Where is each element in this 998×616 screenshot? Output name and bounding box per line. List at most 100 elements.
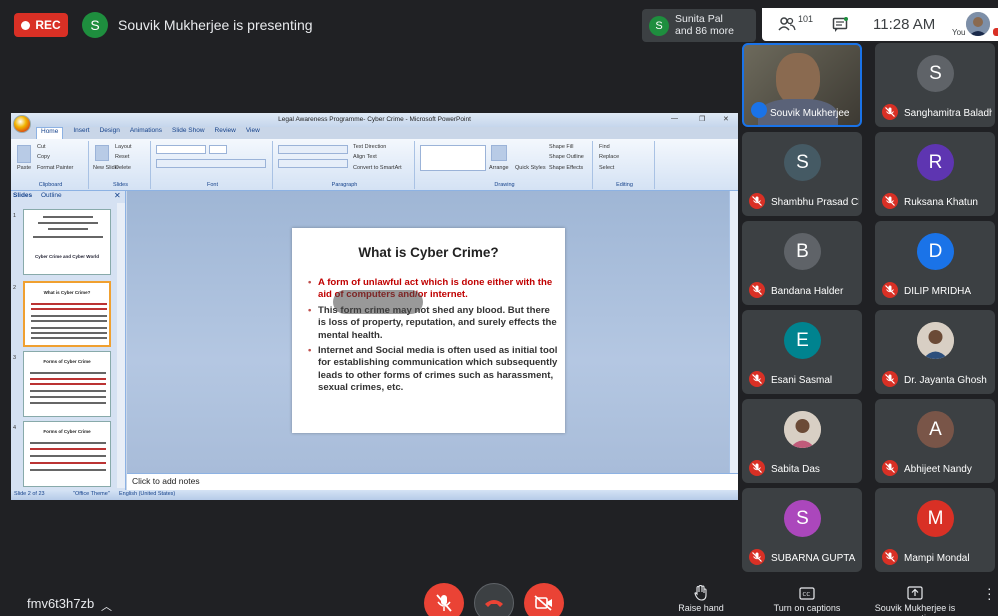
camera-toggle-button[interactable] — [524, 583, 564, 616]
hang-up-icon — [485, 600, 503, 607]
meet-window: REC S Souvik Mukherjee is presenting S S… — [0, 0, 998, 616]
participant-name: SUBARNA GUPTA — [771, 553, 856, 564]
participant-avatar: M — [917, 500, 954, 537]
participant-avatar: S — [917, 55, 954, 92]
participant-avatar: A — [917, 411, 954, 448]
participant-tile[interactable]: D DILIP MRIDHA — [875, 221, 995, 305]
more-participants-chip[interactable]: S Sunita Pal and 86 more — [642, 9, 756, 42]
thumbnail-4: Forms of Cyber Crime — [23, 421, 111, 487]
camera-off-icon — [534, 595, 552, 611]
mic-off-icon — [752, 285, 762, 295]
participant-name: DILIP MRIDHA — [904, 286, 972, 297]
muted-indicator — [882, 460, 898, 476]
participant-name: Mampi Mondal — [904, 553, 970, 564]
present-button[interactable]: Souvik Mukherjee is presenting — [870, 583, 960, 616]
participant-name: Esani Sasmal — [771, 375, 833, 386]
slides-scrollbar — [117, 203, 125, 488]
bullet-3: Internet and Social media is often used … — [308, 345, 558, 395]
self-photo-icon — [966, 12, 990, 36]
slide-editor: What is Cyber Crime? A form of unlawful … — [127, 191, 738, 473]
meeting-code[interactable]: fmv6t3h7zb — [27, 596, 94, 611]
participant-avatar: B — [784, 233, 821, 270]
ppt-status-bar: Slide 2 of 23 "Office Theme" English (Un… — [11, 490, 738, 500]
participant-tile[interactable]: Dr. Jayanta Ghosh — [875, 310, 995, 394]
editor-scrollbar — [729, 191, 738, 473]
participant-tile[interactable]: E Esani Sasmal — [742, 310, 862, 394]
clock: 11:28 AM — [873, 16, 936, 33]
mic-off-icon — [752, 196, 762, 206]
participant-name: Sanghamitra Baladhi... — [904, 108, 992, 119]
mic-off-icon — [885, 374, 895, 384]
font-group: Font — [153, 141, 273, 189]
participant-tile[interactable]: Sabita Das — [742, 399, 862, 483]
chip-avatar: S — [649, 16, 669, 36]
participant-photo — [784, 411, 821, 448]
more-options-icon[interactable]: · · · — [987, 581, 992, 605]
participant-name: Shambhu Prasad Ch... — [771, 197, 859, 208]
tab-review: Review — [214, 127, 236, 134]
muted-indicator — [882, 549, 898, 565]
leave-call-button[interactable] — [474, 583, 514, 616]
participants-button[interactable]: 101 — [778, 14, 818, 35]
ppt-title-bar: Legal Awareness Programme- Cyber Crime -… — [11, 113, 738, 127]
mic-toggle-button[interactable] — [424, 583, 464, 616]
raise-hand-button[interactable]: Raise hand — [670, 583, 732, 613]
tab-home: Home — [36, 127, 64, 139]
mic-off-icon — [752, 463, 762, 473]
restore-icon: ❐ — [699, 116, 706, 123]
mic-off-icon — [885, 285, 895, 295]
you-label: You — [952, 28, 966, 37]
captions-label: Turn on captions — [773, 603, 841, 613]
captions-button[interactable]: CC Turn on captions — [762, 583, 852, 613]
participant-tile[interactable]: S SUBARNA GUPTA — [742, 488, 862, 572]
chat-icon[interactable] — [832, 17, 848, 33]
chip-more: and 86 more — [675, 25, 734, 37]
mic-off-icon — [885, 463, 895, 473]
participant-tile[interactable]: B Bandana Halder — [742, 221, 862, 305]
participant-tile-video[interactable]: Souvik Mukherjee — [742, 43, 862, 127]
presenting-text: Souvik Mukherjee is presenting — [118, 17, 313, 33]
muted-indicator — [749, 371, 765, 387]
participant-count: 101 — [798, 14, 814, 24]
participant-avatar: E — [784, 322, 821, 359]
drawing-group: Arrange Quick Styles Shape Fill Shape Ou… — [417, 141, 593, 189]
self-avatar[interactable] — [966, 12, 990, 36]
raise-hand-label: Raise hand — [678, 603, 724, 613]
participant-tile[interactable]: S Shambhu Prasad Ch... — [742, 132, 862, 216]
participant-tile[interactable]: S Sanghamitra Baladhi... — [875, 43, 995, 127]
slide-heading: What is Cyber Crime? — [358, 245, 499, 260]
mic-off-icon — [885, 552, 895, 562]
muted-indicator — [882, 193, 898, 209]
mic-off-icon — [436, 594, 452, 612]
participant-tile[interactable]: R Ruksana Khatun — [875, 132, 995, 216]
participant-name: Bandana Halder — [771, 286, 844, 297]
person-photo-icon — [917, 322, 954, 359]
participant-name: Dr. Jayanta Ghosh — [904, 375, 987, 386]
top-right-panel: 101 11:28 AM You — [762, 8, 998, 41]
participant-tile[interactable]: A Abhijeet Nandy — [875, 399, 995, 483]
chip-name: Sunita Pal — [675, 13, 723, 25]
notes-pane: Click to add notes — [127, 473, 738, 490]
presenting-label: Souvik Mukherjee is presenting — [874, 603, 956, 616]
svg-text:CC: CC — [803, 592, 811, 598]
slides-pane: Slides Outline ✕ 1 Cyber Crime and Cyber… — [11, 191, 126, 490]
current-slide: What is Cyber Crime? A form of unlawful … — [292, 228, 565, 433]
person-photo-icon — [784, 411, 821, 448]
thumbnail-2: What is Cyber Crime? — [23, 281, 111, 347]
participant-avatar: D — [917, 233, 954, 270]
notes-placeholder: Click to add notes — [132, 476, 200, 486]
tab-insert: Insert — [73, 127, 90, 134]
participant-tile[interactable]: M Mampi Mondal — [875, 488, 995, 572]
office-button-icon — [13, 115, 31, 133]
participant-name: Ruksana Khatun — [904, 197, 978, 208]
editing-group: Find Replace Select Editing — [595, 141, 655, 189]
muted-indicator — [749, 282, 765, 298]
record-dot-icon — [21, 20, 31, 30]
tab-design: Design — [99, 127, 120, 134]
mic-off-icon — [752, 552, 762, 562]
speaking-icon — [751, 102, 767, 118]
chevron-up-icon[interactable]: ︿ — [101, 598, 112, 614]
participant-photo — [917, 322, 954, 359]
mic-off-icon — [752, 374, 762, 384]
hand-icon — [694, 585, 707, 601]
